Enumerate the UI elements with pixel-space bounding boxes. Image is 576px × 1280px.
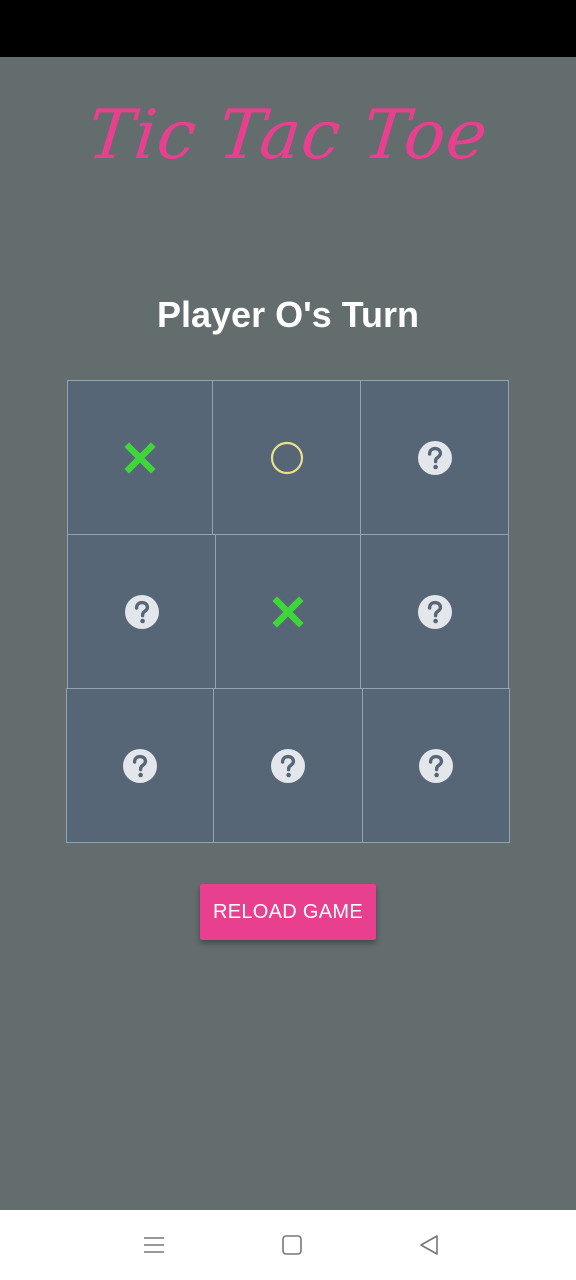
- board-cell[interactable]: [67, 380, 213, 535]
- x-mark-icon: [272, 595, 304, 628]
- question-icon: [417, 440, 452, 475]
- menu-button[interactable]: [139, 1230, 169, 1260]
- board-cell[interactable]: [67, 534, 216, 689]
- question-icon: [124, 594, 159, 629]
- reload-game-button[interactable]: RELOAD GAME: [200, 884, 376, 940]
- home-button[interactable]: [277, 1230, 307, 1260]
- board-cell[interactable]: [66, 688, 214, 843]
- x-mark-icon: [124, 441, 156, 474]
- o-mark-icon: [270, 441, 303, 474]
- board-cell[interactable]: [212, 380, 361, 535]
- board-cell[interactable]: [360, 534, 509, 689]
- home-icon: [282, 1235, 302, 1255]
- question-icon: [123, 748, 157, 783]
- back-button[interactable]: [414, 1230, 444, 1260]
- menu-icon: [144, 1237, 164, 1253]
- system-nav-bar: [0, 1210, 576, 1280]
- app-title: Tic Tac Toe: [84, 96, 492, 175]
- app-screen: Tic Tac Toe Player O's Turn RELOAD GAME: [0, 57, 576, 1210]
- board-cell[interactable]: [360, 380, 509, 535]
- turn-indicator: Player O's Turn: [157, 294, 419, 335]
- question-icon: [417, 594, 452, 629]
- board-cell[interactable]: [215, 534, 361, 689]
- back-icon: [420, 1235, 438, 1255]
- status-bar: [0, 0, 576, 57]
- question-icon: [271, 748, 305, 783]
- board-cell[interactable]: [362, 688, 510, 843]
- question-icon: [419, 748, 453, 783]
- board-cell[interactable]: [213, 688, 363, 843]
